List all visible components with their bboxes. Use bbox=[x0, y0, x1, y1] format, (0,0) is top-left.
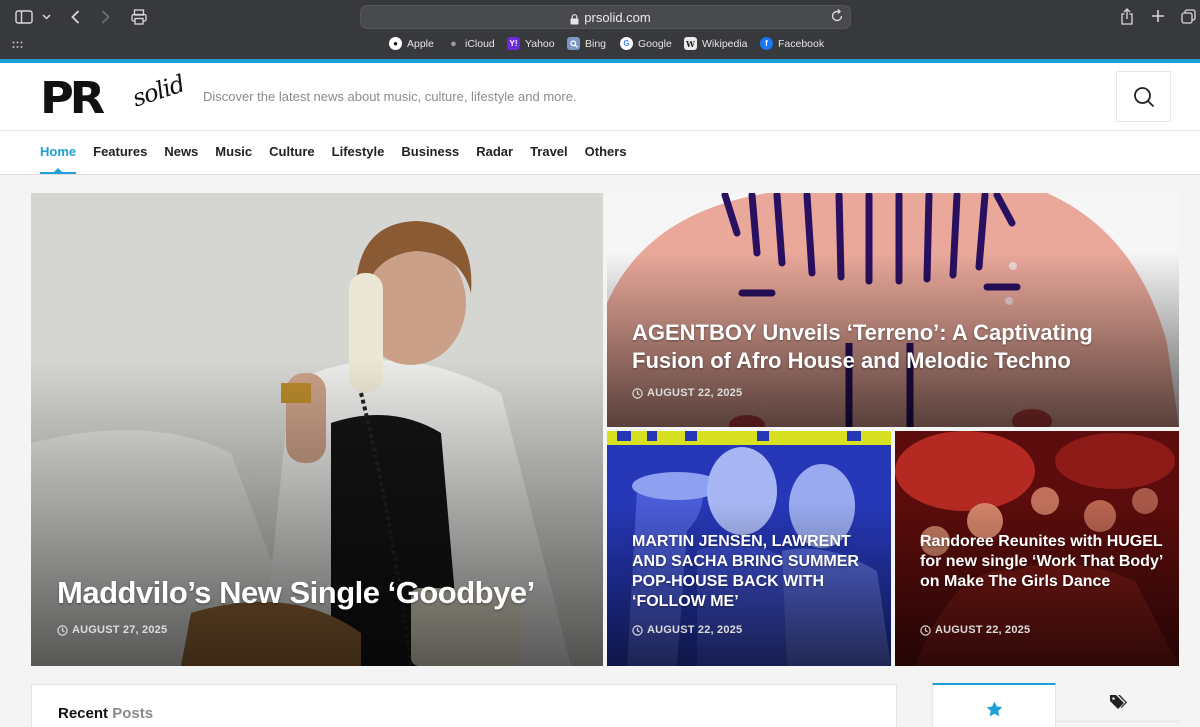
site-header: PR solid Discover the latest news about … bbox=[0, 63, 1200, 131]
heading-strong: Recent bbox=[58, 705, 109, 722]
print-icon[interactable] bbox=[129, 7, 149, 27]
nav-item-lifestyle[interactable]: Lifestyle bbox=[332, 144, 385, 159]
featured-martin-date: AUGUST 22, 2025 bbox=[632, 624, 742, 636]
heading-light: Posts bbox=[112, 705, 154, 722]
logo-script: solid bbox=[128, 69, 188, 113]
bing-icon bbox=[567, 37, 580, 50]
favorite-label: Yahoo bbox=[525, 37, 555, 50]
featured-main-date: AUGUST 27, 2025 bbox=[57, 624, 167, 636]
featured-randoree-date: AUGUST 22, 2025 bbox=[920, 624, 1030, 636]
nav-item-news[interactable]: News bbox=[164, 144, 198, 159]
grid-icon[interactable] bbox=[11, 40, 23, 50]
tab-popular[interactable] bbox=[932, 683, 1056, 727]
browser-toolbar: prsolid.com ● Apple ● iCloud Y! Yahoo Bi… bbox=[0, 0, 1200, 59]
favorite-label: Apple bbox=[407, 37, 434, 50]
featured-post-main[interactable]: Maddvilo’s New Single ‘Goodbye’ AUGUST 2… bbox=[31, 193, 603, 666]
chevron-down-icon[interactable] bbox=[40, 10, 52, 24]
clock-icon bbox=[920, 624, 931, 636]
forward-icon[interactable] bbox=[96, 8, 114, 26]
nav-item-features[interactable]: Features bbox=[93, 144, 147, 159]
favorite-google[interactable]: G Google bbox=[620, 37, 672, 50]
search-button[interactable] bbox=[1116, 71, 1171, 122]
favorite-icloud[interactable]: ● iCloud bbox=[447, 37, 495, 50]
featured-agentboy-date: AUGUST 22, 2025 bbox=[632, 387, 742, 399]
tags-icon bbox=[1110, 695, 1127, 709]
logo-main: PR bbox=[40, 73, 105, 124]
site-logo[interactable]: PR solid bbox=[40, 69, 190, 124]
back-icon[interactable] bbox=[66, 8, 84, 26]
featured-main-title[interactable]: Maddvilo’s New Single ‘Goodbye’ bbox=[57, 575, 577, 611]
favorite-label: Google bbox=[638, 37, 672, 50]
featured-post-agentboy[interactable]: AGENTBOY Unveils ‘Terreno’: A Captivatin… bbox=[607, 193, 1179, 427]
url-text: prsolid.com bbox=[584, 10, 651, 25]
sidebar-toggle-icon[interactable] bbox=[14, 8, 34, 26]
favorite-label: Facebook bbox=[778, 37, 825, 50]
favorite-label: iCloud bbox=[465, 37, 495, 50]
google-icon: G bbox=[620, 37, 633, 50]
nav-item-home[interactable]: Home bbox=[40, 144, 77, 174]
featured-randoree-title[interactable]: Randoree Reunites with HUGEL for new sin… bbox=[920, 532, 1165, 592]
sidebar-tabs bbox=[932, 683, 1180, 727]
nav-item-culture[interactable]: Culture bbox=[269, 144, 315, 159]
reload-icon[interactable] bbox=[830, 9, 844, 28]
star-icon bbox=[986, 701, 1002, 716]
date-text: AUGUST 22, 2025 bbox=[647, 387, 743, 399]
tab-divider bbox=[1056, 721, 1180, 727]
favorite-bing[interactable]: Bing bbox=[567, 37, 606, 50]
nav-item-others[interactable]: Others bbox=[585, 144, 627, 159]
date-text: AUGUST 22, 2025 bbox=[935, 624, 1031, 636]
site-tagline: Discover the latest news about music, cu… bbox=[203, 89, 577, 104]
nav-item-travel[interactable]: Travel bbox=[530, 144, 568, 159]
nav-item-music[interactable]: Music bbox=[215, 144, 252, 159]
favorite-label: Bing bbox=[585, 37, 607, 50]
icloud-icon: ● bbox=[450, 37, 457, 50]
search-icon bbox=[1133, 86, 1154, 107]
clock-icon bbox=[632, 624, 643, 636]
recent-posts-heading: Recent Posts bbox=[58, 705, 153, 722]
wikipedia-icon: W bbox=[684, 37, 697, 50]
nav-item-radar[interactable]: Radar bbox=[476, 144, 513, 159]
favorite-wikipedia[interactable]: W Wikipedia bbox=[684, 37, 748, 50]
yahoo-icon: Y! bbox=[507, 37, 520, 50]
date-text: AUGUST 27, 2025 bbox=[72, 624, 168, 636]
favorite-apple[interactable]: ● Apple bbox=[389, 37, 434, 50]
featured-martin-title[interactable]: MARTIN JENSEN, LAWRENT AND SACHA BRING S… bbox=[632, 532, 882, 612]
new-tab-icon[interactable] bbox=[1148, 6, 1168, 26]
clock-icon bbox=[632, 387, 643, 399]
address-bar[interactable]: prsolid.com bbox=[360, 5, 851, 29]
main-nav: Home Features News Music Culture Lifesty… bbox=[0, 131, 1200, 175]
clock-icon bbox=[57, 624, 68, 636]
favorite-yahoo[interactable]: Y! Yahoo bbox=[507, 37, 555, 50]
favorite-facebook[interactable]: f Facebook bbox=[760, 37, 824, 50]
image-overlay bbox=[31, 358, 603, 666]
apple-icon: ● bbox=[389, 37, 402, 50]
featured-agentboy-title[interactable]: AGENTBOY Unveils ‘Terreno’: A Captivatin… bbox=[632, 319, 1132, 375]
recent-posts-panel: Recent Posts bbox=[31, 684, 897, 727]
tab-overview-icon[interactable] bbox=[1178, 6, 1198, 26]
featured-post-randoree[interactable]: Randoree Reunites with HUGEL for new sin… bbox=[895, 431, 1179, 666]
facebook-icon: f bbox=[760, 37, 773, 50]
favorite-label: Wikipedia bbox=[702, 37, 748, 50]
share-icon[interactable] bbox=[1117, 6, 1137, 26]
featured-post-martin[interactable]: MARTIN JENSEN, LAWRENT AND SACHA BRING S… bbox=[607, 431, 891, 666]
nav-item-business[interactable]: Business bbox=[401, 144, 459, 159]
tab-tags[interactable] bbox=[1056, 683, 1180, 721]
date-text: AUGUST 22, 2025 bbox=[647, 624, 743, 636]
